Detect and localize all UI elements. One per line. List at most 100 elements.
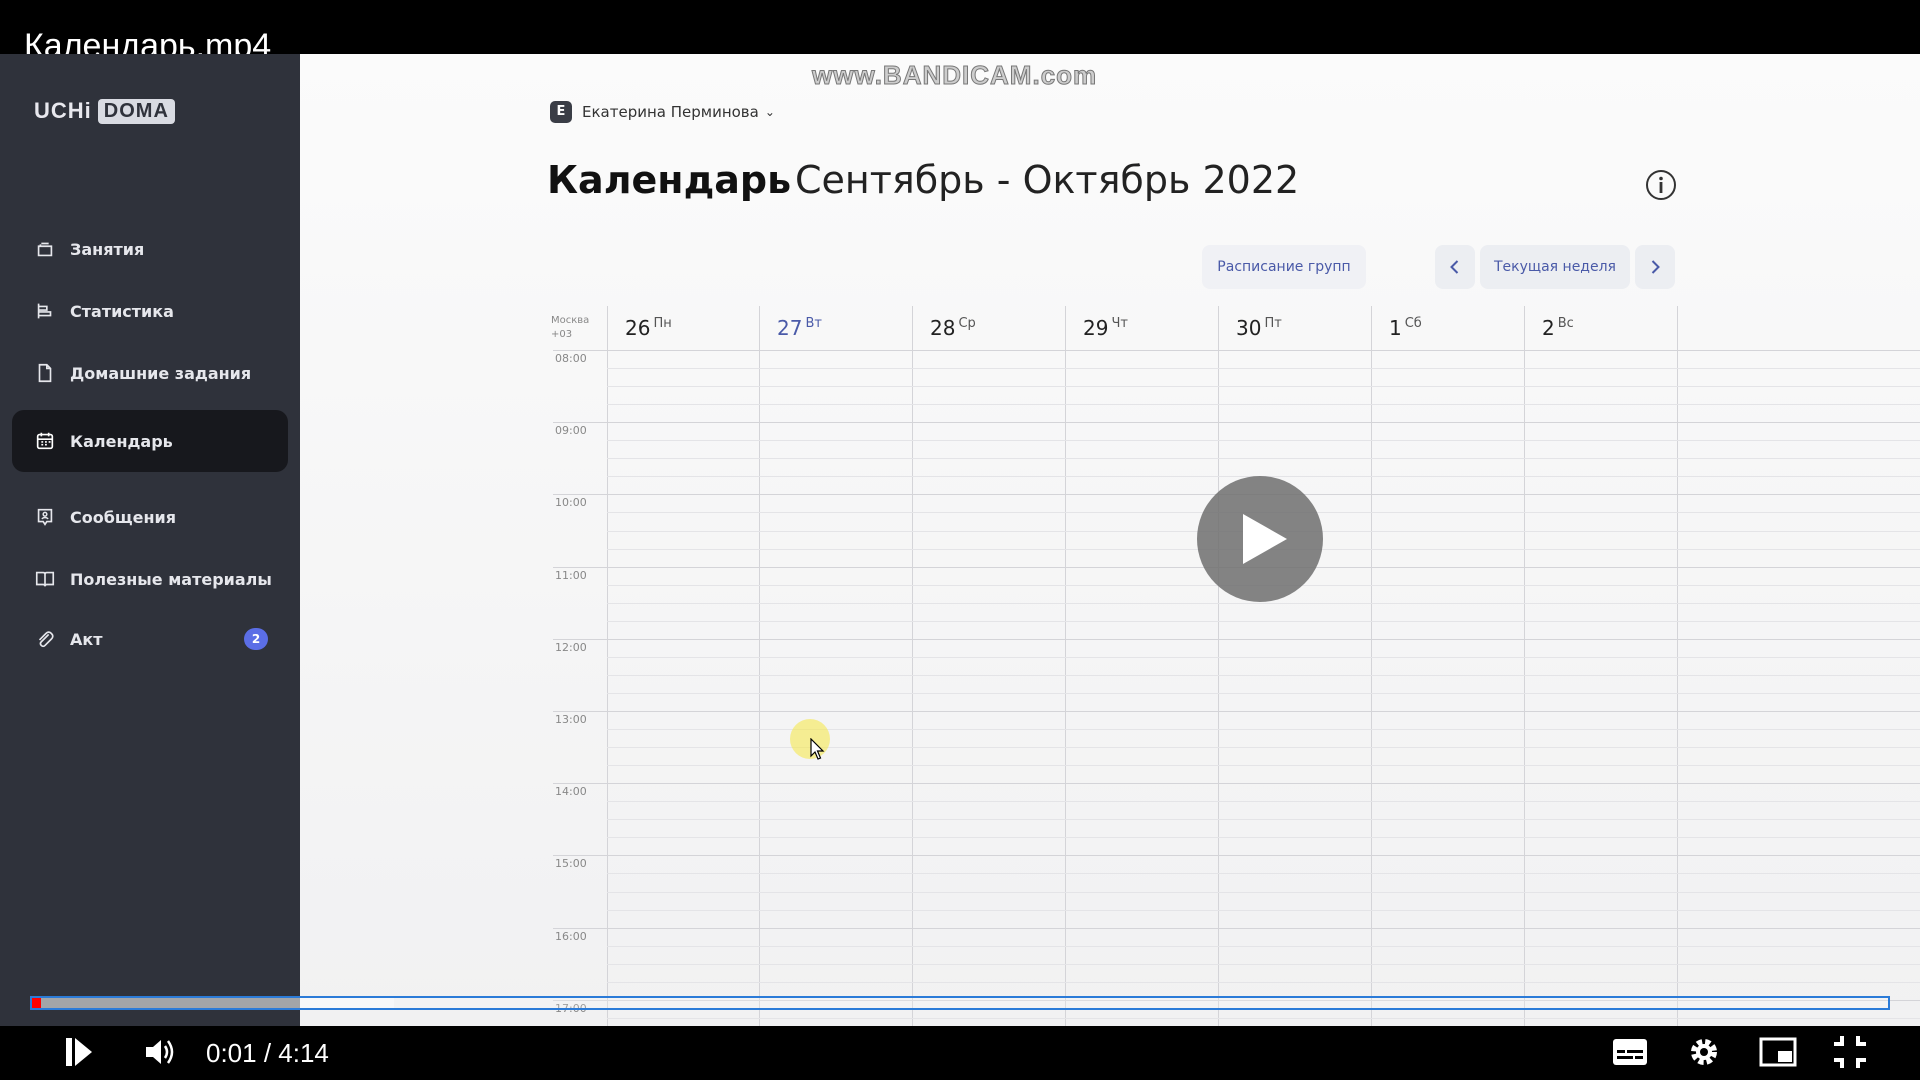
exit-fullscreen-icon bbox=[1834, 1036, 1866, 1068]
previous-week-button[interactable] bbox=[1435, 245, 1475, 289]
sidebar-item-statistics[interactable]: Статистика bbox=[12, 280, 288, 342]
day-number: 30 bbox=[1236, 316, 1262, 340]
user-name: Екатерина Перминова bbox=[582, 103, 759, 121]
day-number: 1 bbox=[1389, 316, 1402, 340]
gear-icon bbox=[1691, 1039, 1717, 1065]
current-week-button[interactable]: Текущая неделя bbox=[1480, 245, 1630, 289]
day-column-divider bbox=[759, 306, 760, 1026]
video-title-bar bbox=[0, 0, 1920, 54]
quarter-gridline bbox=[607, 656, 1920, 658]
homework-icon bbox=[38, 363, 52, 383]
sidebar-item-lessons[interactable]: Занятия bbox=[12, 218, 288, 280]
day-number: 26 bbox=[625, 316, 651, 340]
day-number: 28 bbox=[930, 316, 956, 340]
quarter-gridline bbox=[607, 765, 1920, 767]
logo[interactable]: UCHi DOMA bbox=[34, 98, 175, 124]
day-header[interactable]: 27 Вт bbox=[777, 316, 822, 352]
timezone-label: Москва +03 bbox=[551, 314, 589, 342]
main-content: www.BANDICAM.com Е Екатерина Перминова ⌄… bbox=[300, 54, 1920, 1026]
hour-gridline bbox=[553, 927, 1920, 929]
sidebar-item-label: Календарь bbox=[70, 431, 173, 451]
logo-text: UCHi bbox=[34, 98, 92, 123]
quarter-gridline bbox=[607, 368, 1920, 370]
chevron-left-icon bbox=[1450, 260, 1459, 274]
sidebar-item-label: Домашние задания bbox=[70, 363, 252, 383]
weekday-name: Сб bbox=[1404, 316, 1422, 331]
sidebar: UCHi DOMA Занятия Статистика Домашние зада… bbox=[0, 54, 300, 1026]
weekday-name: Вт bbox=[805, 316, 822, 331]
miniplayer-button[interactable] bbox=[1754, 1028, 1802, 1076]
sidebar-item-label: Сообщения bbox=[70, 507, 176, 527]
subtitles-button[interactable] bbox=[1606, 1028, 1654, 1076]
calendar-period: Сентябрь - Октябрь 2022 bbox=[795, 158, 1300, 202]
bandicam-watermark: www.BANDICAM.com bbox=[811, 60, 1098, 91]
hour-gridline bbox=[553, 638, 1920, 640]
quarter-gridline bbox=[607, 819, 1920, 821]
day-header[interactable]: 29 Чт bbox=[1083, 316, 1128, 352]
timezone-offset: +03 bbox=[551, 329, 573, 340]
quarter-gridline bbox=[607, 1017, 1920, 1019]
day-number: 2 bbox=[1542, 316, 1555, 340]
progress-loaded bbox=[32, 998, 394, 1008]
day-header[interactable]: 1 Сб bbox=[1389, 316, 1422, 352]
day-column-divider bbox=[1677, 306, 1678, 1026]
day-column-divider bbox=[1524, 306, 1525, 1026]
quarter-gridline bbox=[607, 602, 1920, 604]
logo-box: DOMA bbox=[97, 98, 175, 124]
quarter-gridline bbox=[607, 458, 1920, 460]
settings-button[interactable] bbox=[1680, 1028, 1728, 1076]
messages-icon bbox=[37, 508, 53, 526]
sidebar-item-homework[interactable]: Домашние задания bbox=[12, 342, 288, 404]
sidebar-item-label: Акт bbox=[70, 629, 103, 649]
day-header[interactable]: 26 Пн bbox=[625, 316, 672, 352]
page-title: Календарь bbox=[547, 158, 792, 202]
sidebar-item-messages[interactable]: Сообщения bbox=[12, 486, 288, 548]
hour-gridline bbox=[553, 783, 1920, 785]
play-overlay-button[interactable] bbox=[1197, 476, 1323, 602]
day-column-divider bbox=[1218, 306, 1219, 1026]
user-switcher[interactable]: Е Екатерина Перминова ⌄ bbox=[550, 101, 775, 123]
sidebar-item-paperclip[interactable]: Акт 2 bbox=[12, 608, 288, 670]
day-column-divider bbox=[912, 306, 913, 1026]
volume-icon bbox=[146, 1040, 174, 1064]
video-frame[interactable]: UCHi DOMA Занятия Статистика Домашние зада… bbox=[0, 54, 1920, 1026]
quarter-gridline bbox=[607, 404, 1920, 406]
quarter-gridline bbox=[607, 981, 1920, 983]
sidebar-item-calendar[interactable]: Календарь bbox=[12, 410, 288, 472]
notification-badge: 2 bbox=[244, 628, 268, 650]
day-header[interactable]: 2 Вс bbox=[1542, 316, 1574, 352]
progress-bar[interactable] bbox=[30, 996, 1890, 1010]
play-pause-icon bbox=[66, 1038, 92, 1066]
mouse-cursor-icon bbox=[810, 738, 825, 760]
hour-label: 10:00 bbox=[555, 496, 587, 510]
quarter-gridline bbox=[607, 386, 1920, 388]
quarter-gridline bbox=[607, 963, 1920, 965]
exit-fullscreen-button[interactable] bbox=[1826, 1028, 1874, 1076]
time-display: 0:01 / 4:14 bbox=[206, 1038, 329, 1068]
quarter-gridline bbox=[607, 945, 1920, 947]
info-icon[interactable] bbox=[1644, 168, 1678, 202]
weekday-name: Ср bbox=[958, 316, 976, 331]
quarter-gridline bbox=[607, 620, 1920, 622]
progress-played bbox=[32, 998, 42, 1008]
day-column-divider bbox=[1065, 306, 1066, 1026]
day-number: 27 bbox=[777, 316, 803, 340]
groups-schedule-button[interactable]: Расписание групп bbox=[1202, 245, 1366, 289]
day-number: 29 bbox=[1083, 316, 1109, 340]
hour-label: 12:00 bbox=[555, 640, 587, 654]
sidebar-item-book[interactable]: Полезные материалы bbox=[12, 548, 288, 610]
volume-button[interactable] bbox=[136, 1028, 184, 1076]
chevron-right-icon bbox=[1651, 260, 1660, 274]
day-header[interactable]: 30 Пт bbox=[1236, 316, 1282, 352]
quarter-gridline bbox=[607, 909, 1920, 911]
miniplayer-icon bbox=[1759, 1037, 1797, 1067]
day-header[interactable]: 28 Ср bbox=[930, 316, 976, 352]
next-week-button[interactable] bbox=[1635, 245, 1675, 289]
play-pause-button[interactable] bbox=[54, 1028, 102, 1076]
hour-gridline bbox=[553, 855, 1920, 857]
sidebar-item-label: Полезные материалы bbox=[70, 569, 272, 589]
weekday-name: Пн bbox=[653, 316, 672, 331]
timezone-city: Москва bbox=[551, 315, 590, 326]
weekday-name: Пт bbox=[1264, 316, 1282, 331]
hour-gridline bbox=[553, 422, 1920, 424]
